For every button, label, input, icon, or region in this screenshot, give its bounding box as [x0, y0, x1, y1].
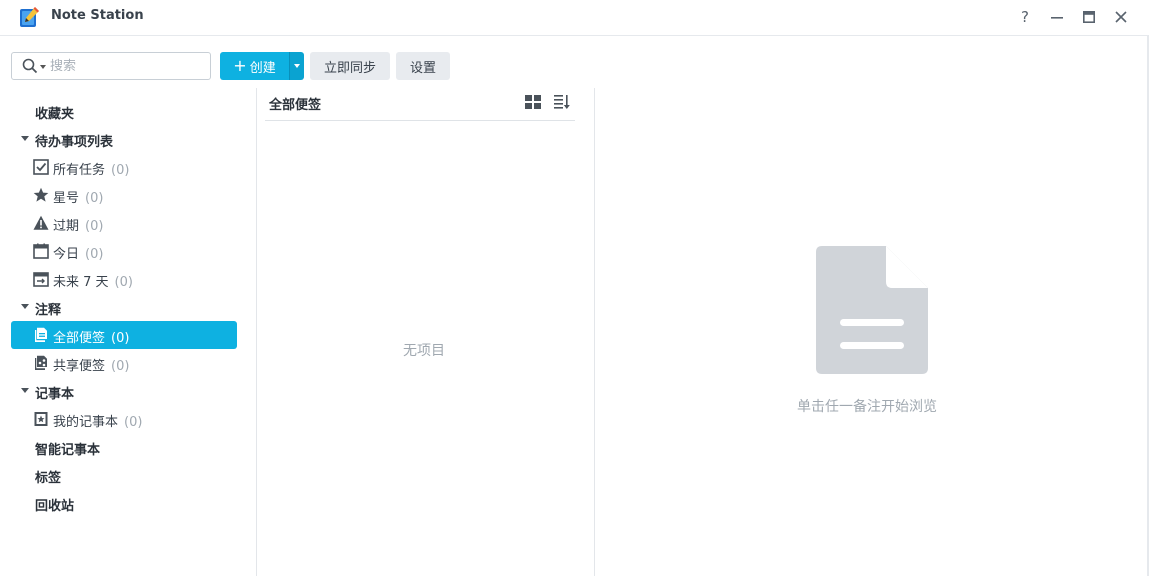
search-icon[interactable] [22, 58, 38, 74]
app-title: Note Station [51, 8, 144, 23]
preview-hint: 单击任一备注开始浏览 [797, 399, 937, 415]
settings-button[interactable]: 设置 [396, 52, 450, 80]
sidebar-item-smart-notebook[interactable]: 智能记事本 [11, 433, 237, 461]
create-dropdown-button[interactable] [289, 52, 304, 80]
sidebar-group-notes[interactable]: 注释 [11, 293, 237, 321]
collapse-triangle-icon[interactable] [21, 388, 29, 393]
list-title: 全部便签 [269, 98, 322, 113]
create-button[interactable]: + 创建 [220, 52, 289, 80]
close-icon [1115, 11, 1127, 23]
search-box[interactable] [11, 52, 211, 80]
document-placeholder-icon [816, 246, 928, 374]
sort-icon[interactable] [554, 94, 571, 110]
maximize-button[interactable] [1080, 8, 1098, 26]
checkbox-icon [33, 159, 49, 175]
sidebar-item-shared-notes[interactable]: 共享便签 (0) [11, 349, 237, 377]
sidebar-group-notebooks[interactable]: 记事本 [11, 377, 237, 405]
sidebar-item-recycle-bin[interactable]: 回收站 [11, 489, 237, 517]
sidebar-item-next-7-days[interactable]: 未来 7 天 (0) [11, 265, 237, 293]
search-options-caret-icon[interactable] [40, 65, 46, 69]
plus-icon: + [233, 56, 247, 75]
collapse-triangle-icon[interactable] [21, 136, 29, 141]
search-input[interactable] [50, 56, 200, 76]
calendar-week-icon [33, 271, 49, 287]
help-button[interactable]: ? [1016, 8, 1034, 26]
close-button[interactable] [1112, 8, 1130, 26]
warning-icon [33, 215, 49, 231]
minimize-icon [1051, 17, 1063, 19]
shared-notes-icon [33, 355, 49, 371]
sidebar-item-favorites[interactable]: 收藏夹 [11, 97, 237, 125]
note-station-logo-icon [18, 5, 42, 29]
star-icon [33, 187, 49, 203]
list-divider [594, 88, 595, 576]
sidebar-item-my-notebook[interactable]: 我的记事本 (0) [11, 405, 237, 433]
create-button-label: 创建 [249, 60, 276, 76]
minimize-button[interactable] [1048, 8, 1066, 26]
sidebar-item-today[interactable]: 今日 (0) [11, 237, 237, 265]
calendar-today-icon [33, 243, 49, 259]
collapse-triangle-icon[interactable] [21, 304, 29, 309]
maximize-icon [1083, 11, 1095, 23]
notebook-star-icon [33, 411, 49, 427]
chevron-down-icon [294, 64, 300, 68]
empty-list-message: 无项目 [403, 343, 445, 359]
sidebar-item-tags[interactable]: 标签 [11, 461, 237, 489]
sidebar-item-starred[interactable]: 星号 (0) [11, 181, 237, 209]
notes-icon [33, 327, 49, 343]
list-header-divider [265, 120, 575, 121]
grid-view-icon[interactable] [525, 95, 541, 109]
sidebar-item-all-tasks[interactable]: 所有任务 (0) [11, 153, 237, 181]
title-bar: Note Station ? [0, 0, 1149, 36]
sidebar-item-all-notes[interactable]: 全部便签 (0) [11, 321, 237, 349]
sidebar-item-overdue[interactable]: 过期 (0) [11, 209, 237, 237]
sidebar-divider [256, 88, 257, 576]
sync-now-button[interactable]: 立即同步 [310, 52, 390, 80]
sidebar-group-todo[interactable]: 待办事项列表 [11, 125, 237, 153]
